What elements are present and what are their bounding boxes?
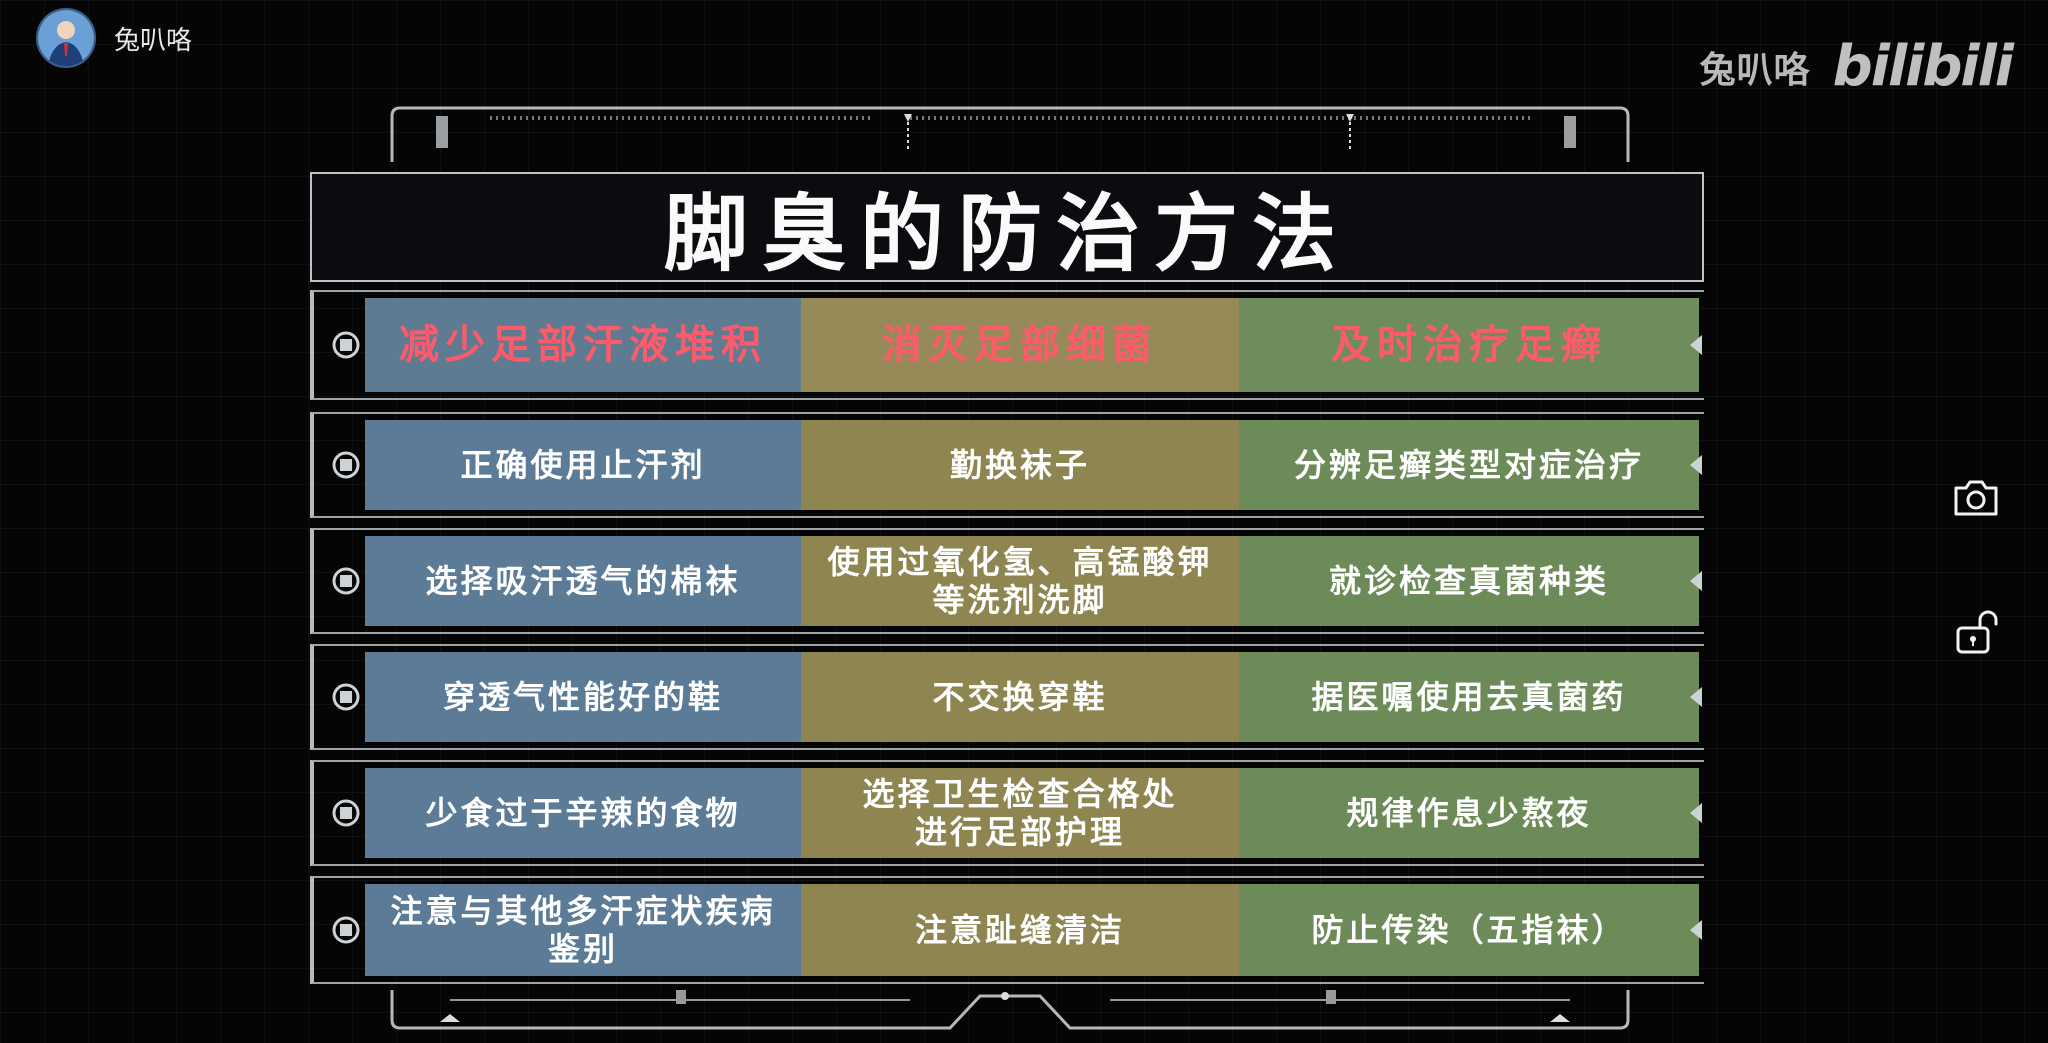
- table-cell: 就诊检查真菌种类: [1239, 536, 1699, 626]
- camera-icon: [1954, 480, 1998, 516]
- table-cell: 不交换穿鞋: [801, 652, 1239, 742]
- header-row: 减少足部汗液堆积 消灭足部细菌 及时治疗足癣: [310, 290, 1704, 400]
- row-arrow: [1690, 920, 1702, 940]
- table-cell: 据医嘱使用去真菌药: [1239, 652, 1699, 742]
- column-header-3: 及时治疗足癣: [1239, 298, 1699, 392]
- table-row: 注意与其他多汗症状疾病 鉴别 注意趾缝清洁 防止传染（五指袜）: [310, 876, 1704, 984]
- table-cell: 使用过氧化氢、高锰酸钾 等洗剂洗脚: [801, 536, 1239, 626]
- bilibili-logo: bilibili: [1832, 34, 2014, 99]
- watermark: 兔叭咯 bilibili: [1699, 34, 2014, 99]
- column-header-2: 消灭足部细菌: [801, 298, 1239, 392]
- title-bar: 脚臭的防治方法: [310, 172, 1704, 283]
- uploader-name[interactable]: 兔叭咯: [114, 20, 192, 57]
- table-cell: 选择吸汗透气的棉袜: [365, 536, 801, 626]
- uploader-info[interactable]: 兔叭咯: [36, 8, 192, 68]
- table-row: 穿透气性能好的鞋 不交换穿鞋 据医嘱使用去真菌药: [310, 644, 1704, 750]
- row-arrow: [1690, 687, 1702, 707]
- table-cell: 规律作息少熬夜: [1239, 768, 1699, 858]
- table-cell: 分辨足癣类型对症治疗: [1239, 420, 1699, 510]
- screenshot-button[interactable]: [1948, 470, 2004, 526]
- page-title: 脚臭的防治方法: [663, 184, 1350, 283]
- target-icon: [332, 799, 360, 827]
- table-cell: 防止传染（五指袜）: [1239, 884, 1699, 976]
- unlock-icon: [1956, 610, 1998, 654]
- row-arrow: [1690, 335, 1702, 355]
- table-row: 少食过于辛辣的食物 选择卫生检查合格处 进行足部护理 规律作息少熬夜: [310, 760, 1704, 866]
- table-cell: 选择卫生检查合格处 进行足部护理: [801, 768, 1239, 858]
- hud-top-frame: [390, 106, 1630, 162]
- table-cell: 注意与其他多汗症状疾病 鉴别: [365, 884, 801, 976]
- table-row: 正确使用止汗剂 勤换袜子 分辨足癣类型对症治疗: [310, 412, 1704, 518]
- target-icon: [332, 683, 360, 711]
- table-cell: 少食过于辛辣的食物: [365, 768, 801, 858]
- target-icon: [332, 916, 360, 944]
- table-row: 选择吸汗透气的棉袜 使用过氧化氢、高锰酸钾 等洗剂洗脚 就诊检查真菌种类: [310, 528, 1704, 634]
- avatar[interactable]: [36, 8, 96, 68]
- row-arrow: [1690, 803, 1702, 823]
- watermark-name: 兔叭咯: [1699, 49, 1811, 91]
- lock-screen-button[interactable]: [1948, 604, 2004, 660]
- table-cell: 穿透气性能好的鞋: [365, 652, 801, 742]
- row-arrow: [1690, 571, 1702, 591]
- column-header-1: 减少足部汗液堆积: [365, 298, 801, 392]
- row-arrow: [1690, 455, 1702, 475]
- table-cell: 勤换袜子: [801, 420, 1239, 510]
- table-cell: 正确使用止汗剂: [365, 420, 801, 510]
- target-icon: [332, 451, 360, 479]
- target-icon: [332, 331, 360, 359]
- table-cell: 注意趾缝清洁: [801, 884, 1239, 976]
- hud-bottom-frame: [390, 990, 1630, 1030]
- target-icon: [332, 567, 360, 595]
